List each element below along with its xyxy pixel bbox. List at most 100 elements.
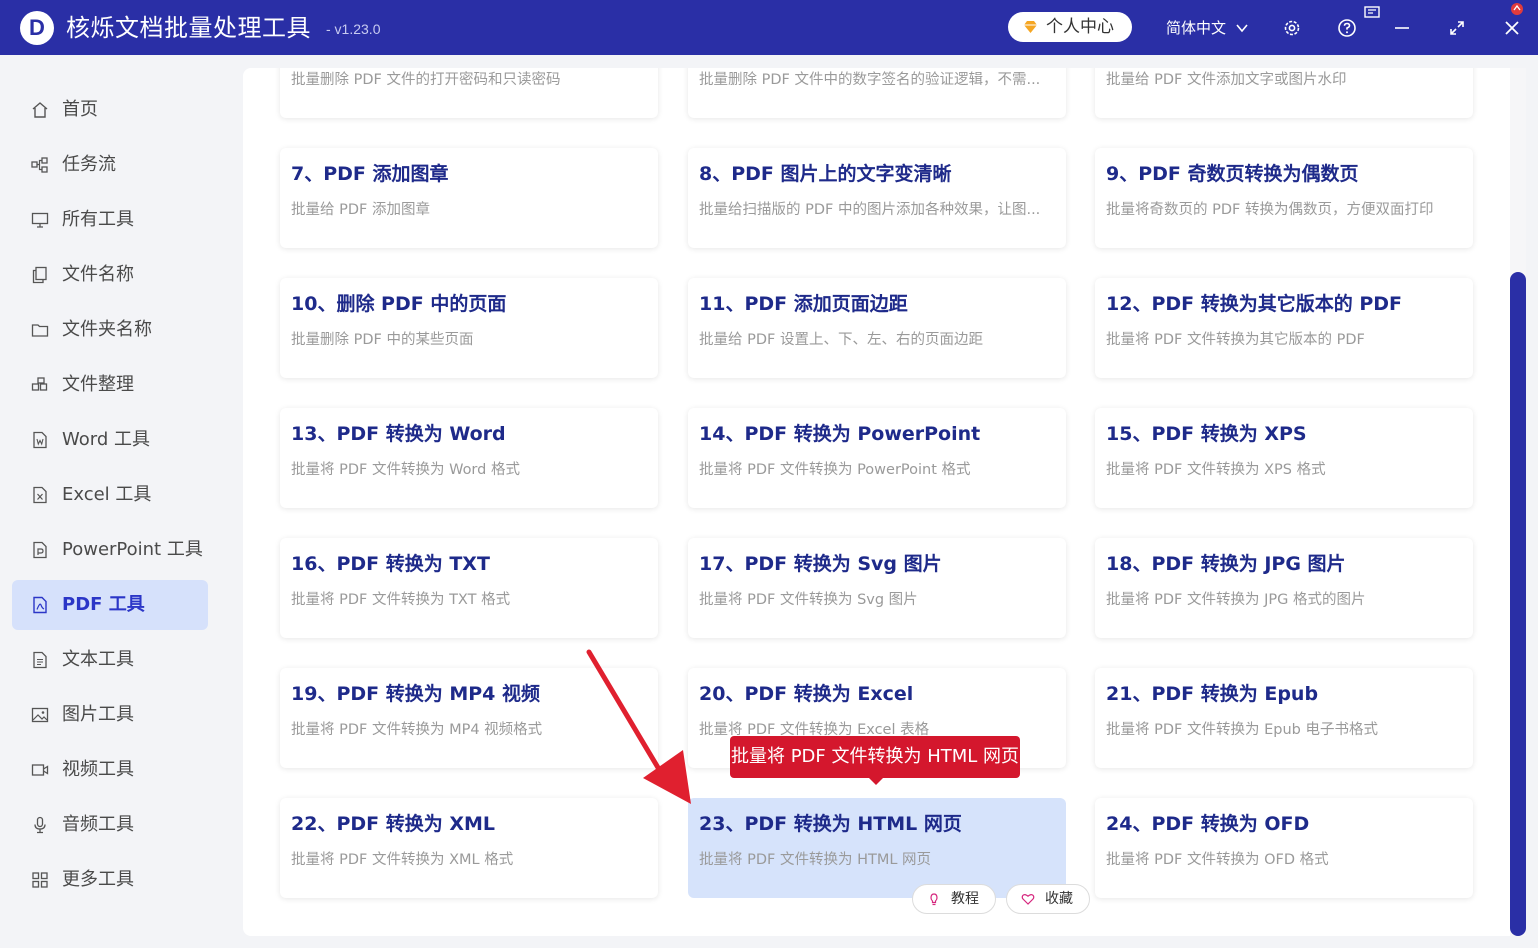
tool-card[interactable]: 11、PDF 添加页面边距 批量给 PDF 设置上、下、左、右的页面边距 — [688, 278, 1066, 378]
ppt-file-icon — [33, 541, 47, 559]
tool-card-description: 批量给 PDF 文件添加文字或图片水印 — [1106, 72, 1347, 88]
tool-card-title: 23、PDF 转换为 HTML 网页 — [699, 813, 962, 835]
sidebar-item-workflow[interactable]: 任务流 — [12, 140, 208, 190]
personal-center-label: 个人中心 — [1046, 17, 1114, 37]
sidebar-item-label: 视频工具 — [62, 759, 134, 780]
chevron-down-icon[interactable] — [1235, 21, 1249, 35]
diamond-icon — [1024, 21, 1037, 33]
tool-card[interactable]: 18、PDF 转换为 JPG 图片 批量将 PDF 文件转换为 JPG 格式的图… — [1095, 538, 1473, 638]
tool-card-description: 批量将 PDF 文件转换为 XML 格式 — [291, 852, 514, 868]
tool-card[interactable]: 16、PDF 转换为 TXT 批量将 PDF 文件转换为 TXT 格式 — [280, 538, 658, 638]
app-logo-letter: D — [29, 15, 45, 40]
tool-card[interactable]: 24、PDF 转换为 OFD 批量将 PDF 文件转换为 OFD 格式 — [1095, 798, 1473, 898]
title-bar: D 核烁文档批量处理工具 - v1.23.0 个人中心 简体中文 — [0, 0, 1538, 55]
app-logo: D — [20, 11, 54, 45]
tool-card-description: 批量删除 PDF 文件的打开密码和只读密码 — [291, 72, 561, 88]
tool-card-title: 22、PDF 转换为 XML — [291, 813, 496, 835]
tool-card-title: 14、PDF 转换为 PowerPoint — [699, 423, 981, 445]
tool-card[interactable]: 14、PDF 转换为 PowerPoint 批量将 PDF 文件转换为 Powe… — [688, 408, 1066, 508]
tool-card[interactable]: 12、PDF 转换为其它版本的 PDF 批量将 PDF 文件转换为其它版本的 P… — [1095, 278, 1473, 378]
tutorial-button[interactable]: 教程 — [912, 884, 996, 914]
word-file-icon — [33, 431, 47, 449]
sidebar-item-word-tools[interactable]: Word 工具 — [12, 415, 208, 465]
annotation-arrow-icon — [586, 649, 691, 804]
home-icon — [32, 102, 48, 118]
tool-card[interactable]: 批量删除 PDF 文件中的数字签名的验证逻辑，不需... — [688, 68, 1066, 118]
sidebar-item-folder-name[interactable]: 文件夹名称 — [12, 305, 208, 355]
tool-card[interactable]: 15、PDF 转换为 XPS 批量将 PDF 文件转换为 XPS 格式 — [1095, 408, 1473, 508]
favorite-button[interactable]: 收藏 — [1006, 884, 1090, 914]
help-icon[interactable] — [1337, 18, 1357, 38]
tool-card-description: 批量将奇数页的 PDF 转换为偶数页，方便双面打印 — [1106, 202, 1434, 218]
tool-card[interactable]: 批量给 PDF 文件添加文字或图片水印 — [1095, 68, 1473, 118]
sidebar-item-home[interactable]: 首页 — [12, 85, 208, 135]
tool-card-title: 16、PDF 转换为 TXT — [291, 553, 490, 575]
tool-card[interactable]: 21、PDF 转换为 Epub 批量将 PDF 文件转换为 Epub 电子书格式 — [1095, 668, 1473, 768]
tool-card[interactable]: 9、PDF 奇数页转换为偶数页 批量将奇数页的 PDF 转换为偶数页，方便双面打… — [1095, 148, 1473, 248]
tool-card-title: 18、PDF 转换为 JPG 图片 — [1106, 553, 1346, 575]
organize-icon — [31, 377, 48, 391]
tool-card-description: 批量将 PDF 文件转换为 HTML 网页 — [699, 852, 932, 868]
sidebar-item-pdf-tools[interactable]: PDF 工具 — [12, 580, 208, 630]
sidebar-item-file-organize[interactable]: 文件整理 — [12, 360, 208, 410]
sidebar-item-more-tools[interactable]: 更多工具 — [12, 855, 208, 905]
tool-list-panel: 批量删除 PDF 文件的打开密码和只读密码 批量删除 PDF 文件中的数字签名的… — [243, 68, 1525, 936]
sidebar-item-image-tools[interactable]: 图片工具 — [12, 690, 208, 740]
video-icon — [31, 764, 49, 776]
tool-card-description: 批量将 PDF 文件转换为 XPS 格式 — [1106, 462, 1326, 478]
close-icon[interactable] — [1502, 18, 1522, 38]
tool-card-description: 批量将 PDF 文件转换为 JPG 格式的图片 — [1106, 592, 1366, 608]
tool-card-description: 批量将 PDF 文件转换为 MP4 视频格式 — [291, 722, 543, 738]
app-version: - v1.23.0 — [326, 21, 381, 37]
favorite-label: 收藏 — [1045, 891, 1073, 907]
sidebar-item-video-tools[interactable]: 视频工具 — [12, 745, 208, 795]
sidebar-item-label: 音频工具 — [62, 814, 134, 835]
tool-card[interactable]: 17、PDF 转换为 Svg 图片 批量将 PDF 文件转换为 Svg 图片 — [688, 538, 1066, 638]
sidebar-item-excel-tools[interactable]: Excel 工具 — [12, 470, 208, 520]
sidebar-item-powerpoint-tools[interactable]: PowerPoint 工具 — [12, 525, 208, 575]
sidebar-item-label: 文件夹名称 — [62, 319, 152, 340]
tool-card-title: 10、删除 PDF 中的页面 — [291, 293, 507, 315]
maximize-icon[interactable] — [1447, 18, 1467, 38]
tool-card-description: 批量将 PDF 文件转换为 Word 格式 — [291, 462, 520, 478]
personal-center-button[interactable]: 个人中心 — [1008, 12, 1132, 42]
tool-card-description: 批量将 PDF 文件转换为 Svg 图片 — [699, 592, 918, 608]
tool-card[interactable]: 8、PDF 图片上的文字变清晰 批量给扫描版的 PDF 中的图片添加各种效果，让… — [688, 148, 1066, 248]
scrollbar-thumb[interactable] — [1510, 272, 1526, 936]
tool-card-title: 8、PDF 图片上的文字变清晰 — [699, 163, 952, 185]
tool-card-title: 20、PDF 转换为 Excel — [699, 683, 914, 705]
tool-card[interactable]: 7、PDF 添加图章 批量给 PDF 添加图章 — [280, 148, 658, 248]
image-icon — [31, 707, 49, 723]
lightbulb-icon — [930, 893, 938, 906]
sidebar-item-audio-tools[interactable]: 音频工具 — [12, 800, 208, 850]
sidebar-item-label: 更多工具 — [62, 869, 134, 890]
microphone-icon — [34, 816, 46, 834]
tool-card-description: 批量将 PDF 文件转换为 Epub 电子书格式 — [1106, 722, 1378, 738]
sidebar-item-file-name[interactable]: 文件名称 — [12, 250, 208, 300]
sidebar-item-all-tools[interactable]: 所有工具 — [12, 195, 208, 245]
tool-card-description: 批量给 PDF 设置上、下、左、右的页面边距 — [699, 332, 983, 348]
gear-icon[interactable] — [1282, 18, 1302, 38]
tooltip-tail — [867, 776, 885, 785]
language-selector[interactable]: 简体中文 — [1166, 17, 1226, 39]
tool-card[interactable]: 22、PDF 转换为 XML 批量将 PDF 文件转换为 XML 格式 — [280, 798, 658, 898]
tool-card-title: 21、PDF 转换为 Epub — [1106, 683, 1319, 705]
feedback-icon[interactable] — [1364, 6, 1380, 20]
sidebar-item-label: 所有工具 — [62, 209, 134, 230]
tool-card-selected[interactable]: 23、PDF 转换为 HTML 网页 批量将 PDF 文件转换为 HTML 网页 — [688, 798, 1066, 898]
tool-card-description: 批量给 PDF 添加图章 — [291, 202, 430, 218]
folder-icon — [31, 324, 49, 337]
tool-card-description: 批量将 PDF 文件转换为 TXT 格式 — [291, 592, 511, 608]
tool-card[interactable]: 13、PDF 转换为 Word 批量将 PDF 文件转换为 Word 格式 — [280, 408, 658, 508]
sidebar-item-text-tools[interactable]: 文本工具 — [12, 635, 208, 685]
sidebar-item-label: 文件名称 — [62, 264, 134, 285]
file-copy-icon — [32, 266, 47, 284]
sidebar-item-label: PowerPoint 工具 — [62, 539, 203, 560]
tool-card-title: 13、PDF 转换为 Word — [291, 423, 506, 445]
tool-card[interactable]: 10、删除 PDF 中的页面 批量删除 PDF 中的某些页面 — [280, 278, 658, 378]
tool-card[interactable]: 批量删除 PDF 文件的打开密码和只读密码 — [280, 68, 658, 118]
tool-card-title: 9、PDF 奇数页转换为偶数页 — [1106, 163, 1359, 185]
minimize-icon[interactable] — [1392, 18, 1412, 38]
app-title: 核烁文档批量处理工具 — [66, 14, 311, 42]
tool-card-title: 19、PDF 转换为 MP4 视频 — [291, 683, 541, 705]
